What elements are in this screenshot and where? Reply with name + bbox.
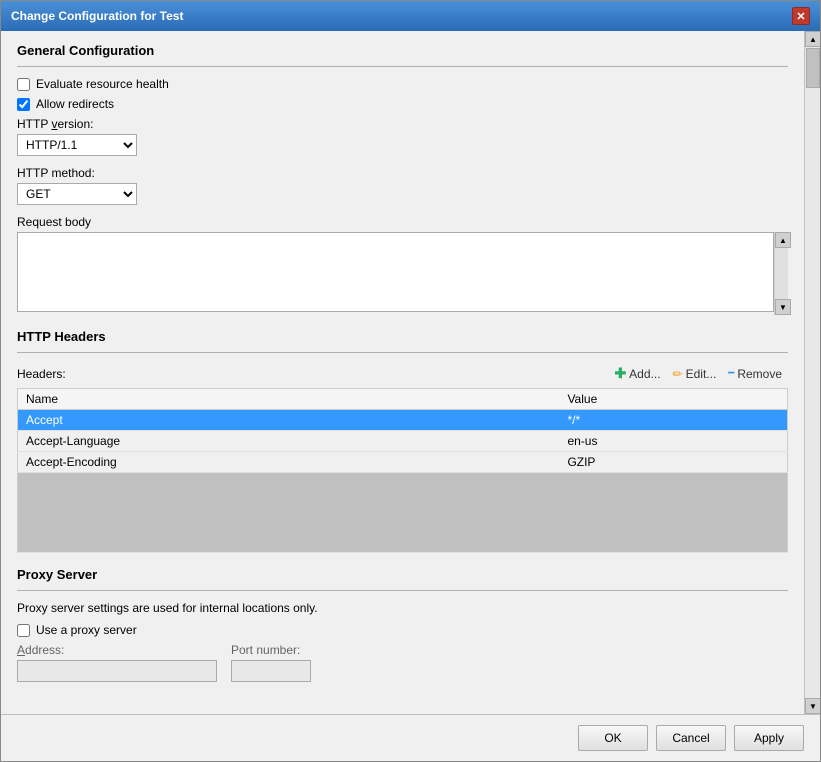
request-body-textarea[interactable]: [17, 232, 774, 312]
evaluate-health-checkbox[interactable]: [17, 78, 30, 91]
headers-table: Name Value Accept */* Accept-Language en…: [17, 388, 788, 553]
textarea-scrollbar: ▲ ▼: [774, 232, 788, 315]
proxy-server-section: Proxy Server Proxy server settings are u…: [17, 567, 788, 682]
ok-button[interactable]: OK: [578, 725, 648, 751]
main-scrollbar: ▲ ▼: [804, 31, 820, 714]
dialog-title: Change Configuration for Test: [11, 9, 183, 23]
http-version-select[interactable]: HTTP/1.1 HTTP/1.0 HTTP/2.0: [17, 134, 137, 156]
title-bar: Change Configuration for Test ✕: [1, 1, 820, 31]
port-input[interactable]: [231, 660, 311, 682]
evaluate-health-row: Evaluate resource health: [17, 77, 788, 91]
proxy-description: Proxy server settings are used for inter…: [17, 601, 788, 615]
row-name: Accept: [18, 410, 560, 431]
port-field-group: Port number:: [231, 643, 311, 682]
general-section-title: General Configuration: [17, 43, 788, 58]
col-value-header: Value: [559, 389, 787, 410]
general-divider: [17, 66, 788, 67]
row-value: en-us: [559, 431, 787, 452]
http-method-select[interactable]: GET POST PUT DELETE HEAD OPTIONS: [17, 183, 137, 205]
remove-btn-label: Remove: [737, 367, 782, 381]
evaluate-health-label: Evaluate resource health: [36, 77, 169, 91]
use-proxy-row: Use a proxy server: [17, 623, 788, 637]
scroll-thumb[interactable]: [806, 48, 820, 88]
proxy-divider: [17, 590, 788, 591]
table-empty-row: [18, 473, 788, 553]
content-area: General Configuration Evaluate resource …: [1, 31, 804, 714]
address-input[interactable]: [17, 660, 217, 682]
row-value: */*: [559, 410, 787, 431]
table-row[interactable]: Accept-Language en-us: [18, 431, 788, 452]
row-name: Accept-Encoding: [18, 452, 560, 473]
headers-divider: [17, 352, 788, 353]
scroll-down-button[interactable]: ▼: [805, 698, 820, 714]
dialog-footer: OK Cancel Apply: [1, 714, 820, 761]
edit-header-button[interactable]: ✏ Edit...: [667, 365, 723, 383]
edit-btn-label: Edit...: [686, 367, 717, 381]
plus-icon: ✚: [614, 365, 626, 382]
request-body-wrapper: ▲ ▼: [17, 232, 788, 315]
edit-icon: ✏: [673, 367, 683, 381]
dialog-body: General Configuration Evaluate resource …: [1, 31, 820, 714]
scroll-down-btn[interactable]: ▼: [775, 299, 791, 315]
allow-redirects-row: Allow redirects: [17, 97, 788, 111]
cancel-button[interactable]: Cancel: [656, 725, 726, 751]
add-btn-label: Add...: [629, 367, 660, 381]
col-name-header: Name: [18, 389, 560, 410]
address-field-group: Address:: [17, 643, 217, 682]
scroll-up-btn[interactable]: ▲: [775, 232, 791, 248]
table-row[interactable]: Accept-Encoding GZIP: [18, 452, 788, 473]
address-label: Address:: [17, 643, 217, 657]
request-body-label: Request body: [17, 215, 788, 229]
table-row[interactable]: Accept */*: [18, 410, 788, 431]
remove-header-button[interactable]: ━ Remove: [722, 365, 788, 383]
scroll-up-button[interactable]: ▲: [805, 31, 820, 47]
add-header-button[interactable]: ✚ Add...: [608, 363, 666, 384]
http-version-label: HTTP version:: [17, 117, 788, 131]
headers-label: Headers:: [17, 367, 608, 381]
allow-redirects-label: Allow redirects: [36, 97, 114, 111]
http-headers-title: HTTP Headers: [17, 329, 788, 344]
http-method-label: HTTP method:: [17, 166, 788, 180]
proxy-address-row: Address: Port number:: [17, 643, 788, 682]
proxy-section-title: Proxy Server: [17, 567, 788, 582]
use-proxy-checkbox[interactable]: [17, 624, 30, 637]
remove-icon: ━: [728, 368, 734, 379]
row-value: GZIP: [559, 452, 787, 473]
apply-button[interactable]: Apply: [734, 725, 804, 751]
dialog-window: Change Configuration for Test ✕ General …: [0, 0, 821, 762]
use-proxy-label: Use a proxy server: [36, 623, 137, 637]
general-config-section: General Configuration Evaluate resource …: [17, 43, 788, 315]
row-name: Accept-Language: [18, 431, 560, 452]
http-headers-section: HTTP Headers Headers: ✚ Add... ✏ Edit...…: [17, 329, 788, 553]
close-button[interactable]: ✕: [792, 7, 810, 25]
allow-redirects-checkbox[interactable]: [17, 98, 30, 111]
port-label: Port number:: [231, 643, 311, 657]
headers-toolbar: Headers: ✚ Add... ✏ Edit... ━ Remove: [17, 363, 788, 384]
